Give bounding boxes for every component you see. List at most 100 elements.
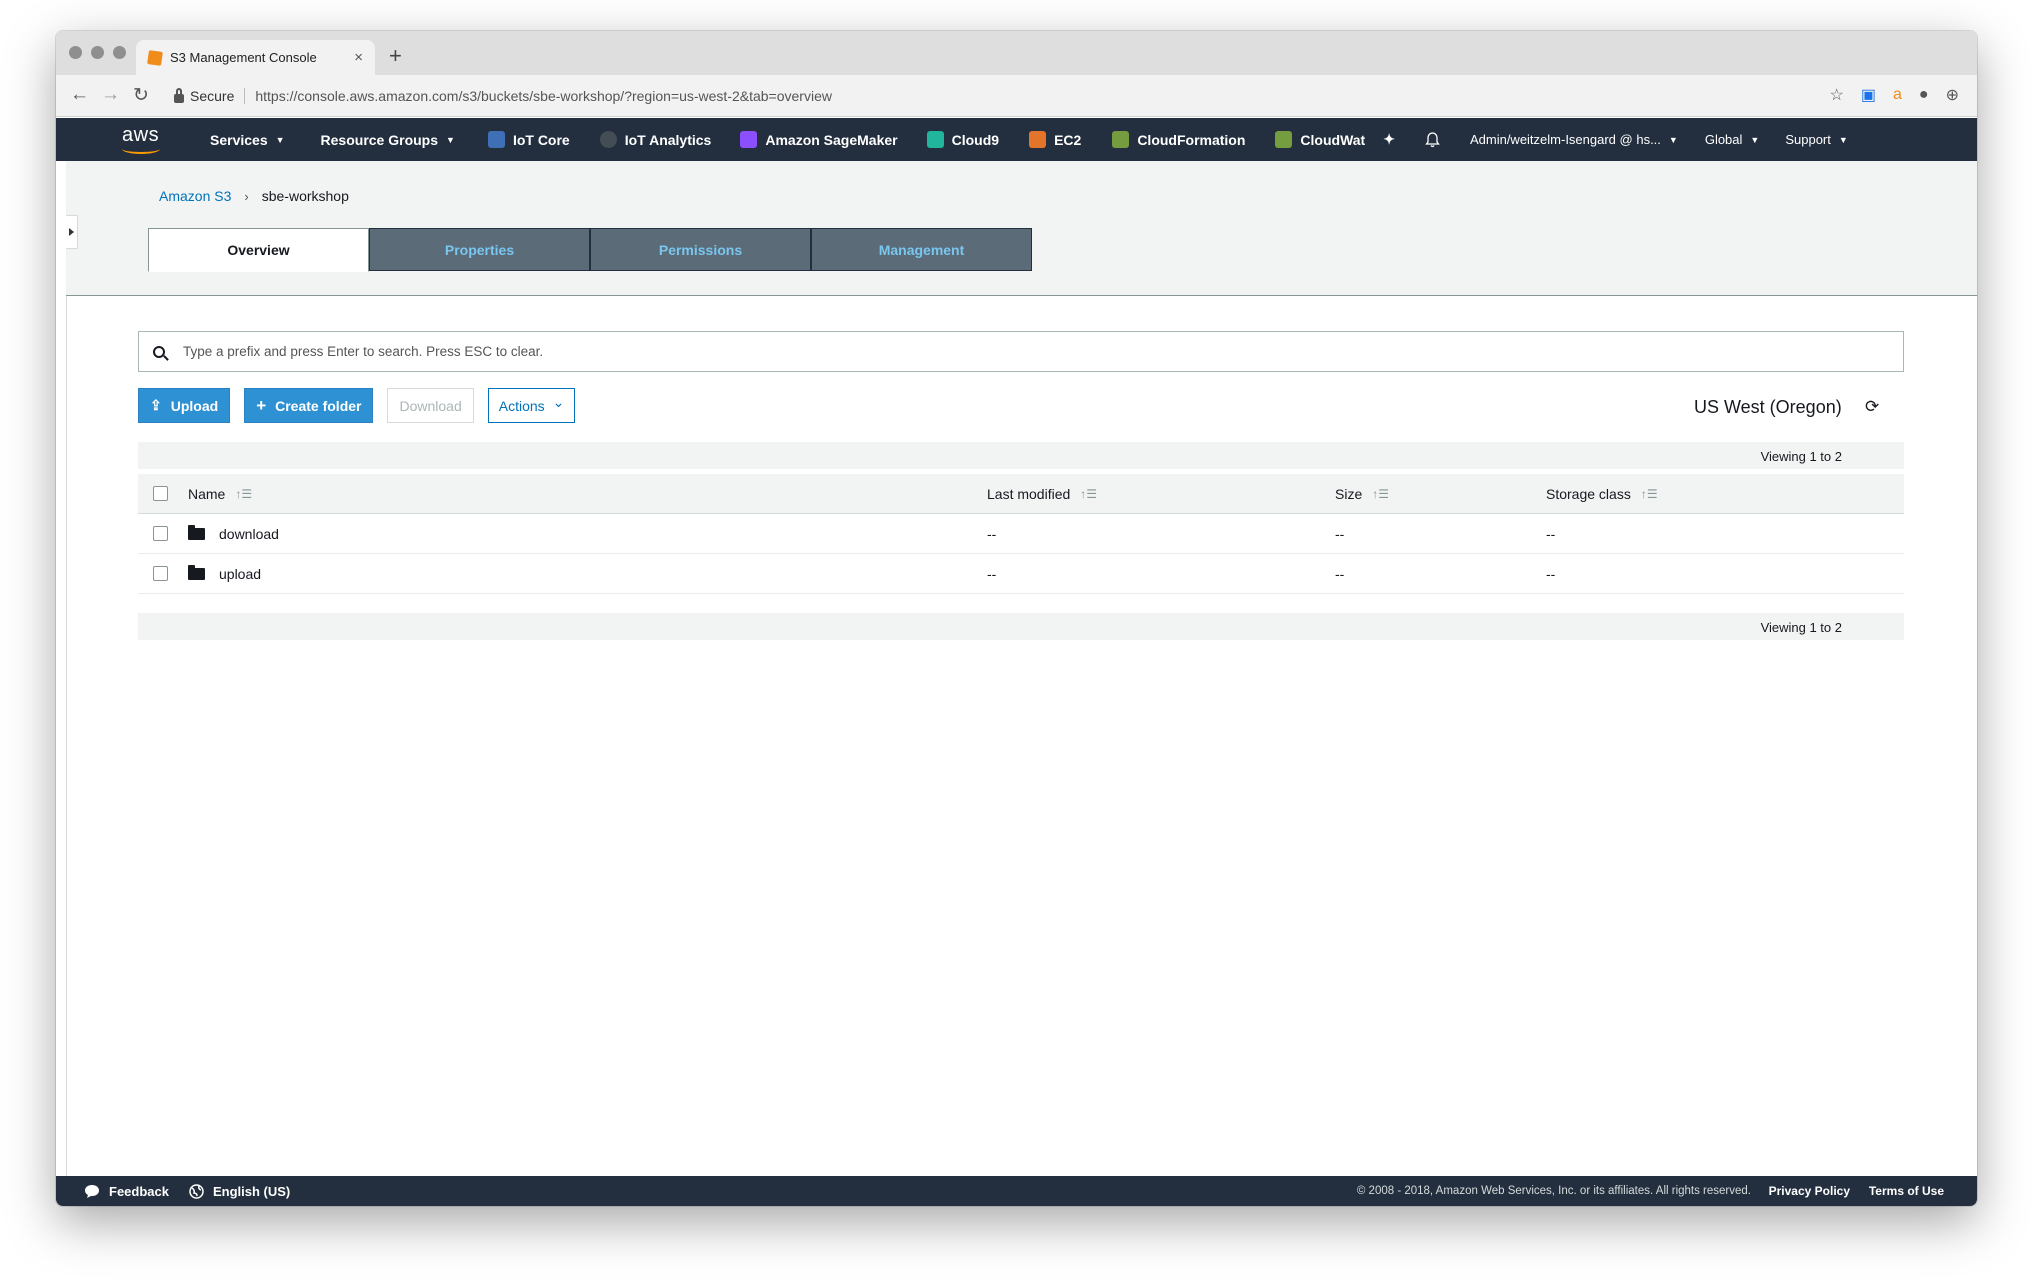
aws-smile-icon [122, 144, 160, 154]
shortcut-label: Amazon SageMaker [765, 131, 898, 148]
shortcut-cloud9[interactable]: Cloud9 [926, 131, 999, 148]
amazon-extension-icon[interactable]: a [1893, 86, 1902, 104]
address-bar[interactable]: Secure https://console.aws.amazon.com/s3… [164, 80, 1922, 112]
breadcrumb: Amazon S3 › sbe-workshop [159, 188, 349, 204]
modified-cell: -- [987, 526, 997, 542]
folder-icon [188, 525, 205, 540]
name-cell: upload [188, 565, 261, 582]
secure-label: Secure [190, 88, 235, 104]
column-last-modified[interactable]: Last modified ↑☰ [987, 486, 1097, 502]
shortcut-cloudwatch[interactable]: CloudWat [1275, 131, 1365, 148]
resource-groups-label: Resource Groups [320, 131, 439, 148]
shortcut-iot-analytics[interactable]: IoT Analytics [599, 131, 712, 148]
copyright-text: © 2008 - 2018, Amazon Web Services, Inc.… [1356, 1185, 1751, 1197]
column-label: Storage class [1546, 486, 1631, 502]
tab-management[interactable]: Management [811, 228, 1032, 271]
browser-toolbar: ← → ↻ Secure https://console.aws.amazon.… [56, 75, 1977, 117]
profile-icon[interactable]: ● [1919, 86, 1929, 104]
browser-tab[interactable]: S3 Management Console × [136, 40, 375, 75]
download-button[interactable]: Download [387, 388, 474, 423]
url-text[interactable]: https://console.aws.amazon.com/s3/bucket… [255, 88, 832, 104]
row-checkbox[interactable] [153, 566, 168, 581]
sort-icon[interactable]: ↑☰ [1372, 487, 1389, 501]
table-row[interactable]: download -- -- -- [138, 514, 1904, 554]
select-all-checkbox[interactable] [153, 486, 168, 501]
bucket-header: Amazon S3 › sbe-workshop Overview Proper… [66, 161, 1977, 296]
new-tab-button[interactable]: + [389, 43, 402, 69]
bookmark-star-icon[interactable]: ☆ [1830, 85, 1844, 105]
storage-cell: -- [1546, 566, 1556, 582]
lock-icon [174, 87, 184, 103]
column-storage-class[interactable]: Storage class ↑☰ [1546, 486, 1658, 502]
folder-link[interactable]: upload [219, 566, 261, 582]
folder-icon [188, 565, 205, 580]
services-menu[interactable]: Services ▼ [210, 132, 285, 148]
prefix-search [138, 331, 1904, 372]
feedback-icon [85, 1184, 99, 1198]
row-checkbox[interactable] [153, 526, 168, 541]
chevron-down-icon: ▼ [275, 134, 285, 145]
chevron-down-icon: ⌄ [552, 394, 565, 410]
column-label: Last modified [987, 486, 1071, 502]
close-window-button[interactable] [69, 46, 82, 59]
aws-navbar: aws Services ▼ Resource Groups ▼ IoT Core … [56, 118, 1977, 161]
table-row[interactable]: upload -- -- -- [138, 554, 1904, 594]
browser-tab-title: S3 Management Console [170, 50, 317, 65]
cloudwatch-icon [1275, 131, 1293, 148]
resource-groups-menu[interactable]: Resource Groups ▼ [321, 132, 455, 148]
folder-link[interactable]: download [219, 526, 279, 542]
upload-button[interactable]: ⇪ Upload [138, 388, 231, 423]
region-label: US West (Oregon) [1694, 397, 1842, 417]
close-tab-icon[interactable]: × [354, 49, 363, 66]
breadcrumb-current: sbe-workshop [261, 188, 349, 204]
cloud9-icon [926, 131, 944, 148]
search-input[interactable] [181, 343, 1903, 360]
tab-properties[interactable]: Properties [369, 228, 590, 271]
back-button[interactable]: ← [70, 84, 89, 106]
tab-overview[interactable]: Overview [148, 228, 369, 272]
refresh-icon[interactable]: ⟳ [1865, 397, 1879, 417]
services-label: Services [210, 131, 268, 148]
shortcut-label: IoT Analytics [624, 131, 712, 148]
bucket-tabs: Overview Properties Permissions Manageme… [148, 228, 1032, 272]
sort-icon[interactable]: ↑☰ [235, 487, 252, 501]
extension-icon[interactable]: ▣ [1861, 85, 1876, 105]
actions-dropdown[interactable]: Actions ⌄ [487, 388, 576, 423]
shortcut-ec2[interactable]: EC2 [1029, 131, 1081, 148]
support-menu[interactable]: Support ▼ [1785, 132, 1847, 147]
breadcrumb-amazon-s3[interactable]: Amazon S3 [159, 188, 231, 204]
shortcut-cloudformation[interactable]: CloudFormation [1112, 131, 1245, 148]
sort-icon[interactable]: ↑☰ [1080, 487, 1097, 501]
language-selector[interactable]: English (US) [189, 1184, 290, 1199]
storage-cell: -- [1546, 526, 1556, 542]
console-footer: Feedback English (US) © 2008 - 2018, Ama… [56, 1176, 1977, 1206]
aws-logo[interactable]: aws [118, 124, 166, 156]
column-size[interactable]: Size ↑☰ [1335, 486, 1389, 502]
name-cell: download [188, 525, 279, 542]
create-folder-button[interactable]: + Create folder [244, 388, 374, 423]
shortcut-iot-core[interactable]: IoT Core [487, 131, 570, 148]
menu-extension-icon[interactable]: ⊕ [1946, 85, 1959, 105]
sort-icon[interactable]: ↑☰ [1641, 487, 1658, 501]
feedback-link[interactable]: Feedback [84, 1184, 169, 1199]
forward-button[interactable]: → [101, 84, 120, 106]
minimize-window-button[interactable] [91, 46, 104, 59]
region-menu[interactable]: Global ▼ [1705, 132, 1760, 147]
shortcut-sagemaker[interactable]: Amazon SageMaker [740, 131, 898, 148]
maximize-window-button[interactable] [113, 46, 126, 59]
window-controls [69, 46, 126, 59]
privacy-policy-link[interactable]: Privacy Policy [1769, 1184, 1850, 1198]
bell-icon[interactable] [1425, 131, 1440, 148]
sidebar-toggle-button[interactable] [66, 215, 78, 249]
column-name[interactable]: Name ↑☰ [188, 486, 252, 502]
column-label: Name [188, 486, 226, 502]
sagemaker-icon [740, 131, 758, 148]
modified-cell: -- [987, 566, 997, 582]
terms-of-use-link[interactable]: Terms of Use [1869, 1184, 1944, 1198]
tab-permissions[interactable]: Permissions [590, 228, 811, 271]
search-icon [153, 345, 165, 358]
reload-button[interactable]: ↻ [133, 84, 149, 107]
account-menu[interactable]: Admin/weitzelm-Isengard @ hs... ▼ [1470, 132, 1678, 147]
pin-icon[interactable]: ✦ [1383, 131, 1395, 148]
pagination-bottom: Viewing 1 to 2 [138, 613, 1904, 640]
